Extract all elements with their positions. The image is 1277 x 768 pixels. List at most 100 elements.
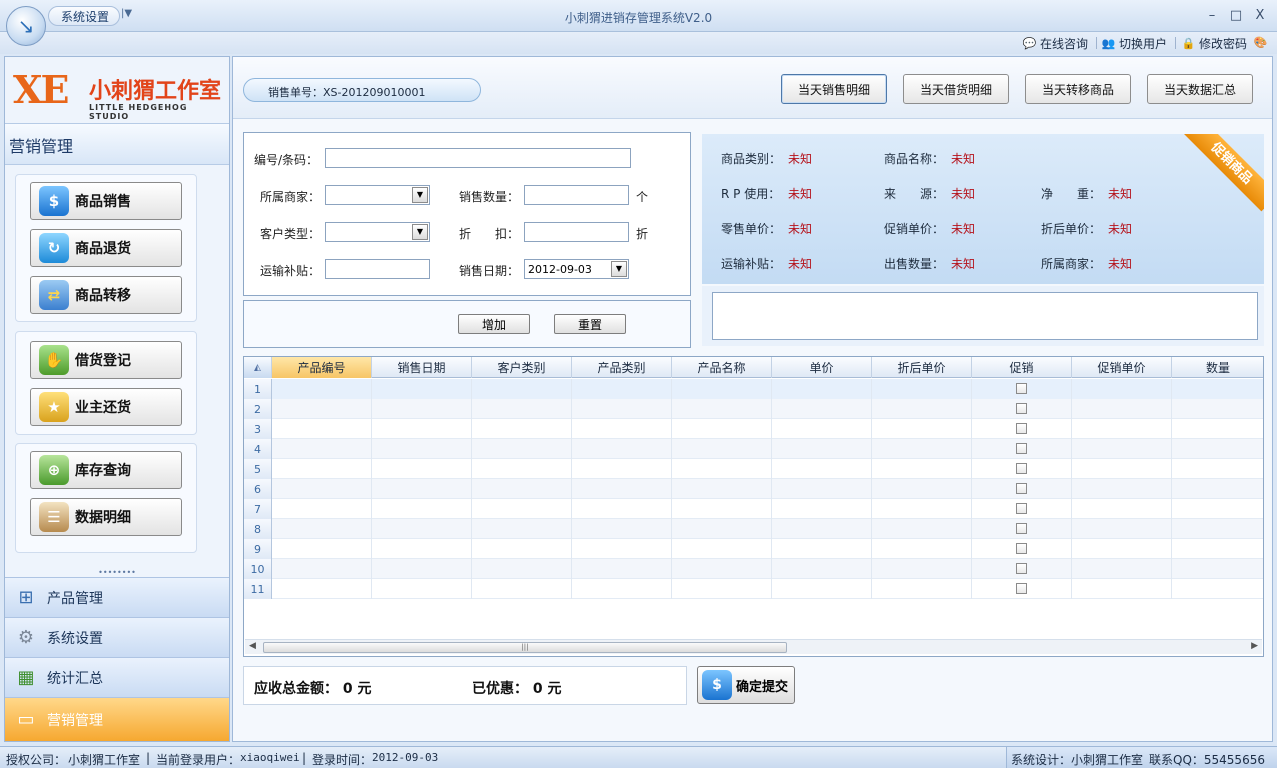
table-cell[interactable] xyxy=(472,379,572,399)
today-loan-detail-button[interactable]: 当天借货明细 xyxy=(903,74,1009,104)
accordion-marketing[interactable]: ▭ 营销管理 xyxy=(5,697,229,741)
table-cell[interactable] xyxy=(572,519,672,539)
promotion-checkbox[interactable] xyxy=(1016,523,1027,534)
table-cell[interactable] xyxy=(972,399,1072,419)
today-transfer-button[interactable]: 当天转移商品 xyxy=(1025,74,1131,104)
chevron-down-icon[interactable]: ▼ xyxy=(412,187,428,203)
chevron-down-icon[interactable]: ▼ xyxy=(611,261,627,277)
table-cell[interactable] xyxy=(472,579,572,599)
table-cell[interactable] xyxy=(672,519,772,539)
chevron-down-icon[interactable]: ▼ xyxy=(412,224,428,240)
table-cell[interactable] xyxy=(272,499,372,519)
table-cell[interactable] xyxy=(272,459,372,479)
row-number[interactable]: 11 xyxy=(244,579,272,599)
table-cell[interactable] xyxy=(1172,419,1263,439)
row-number[interactable]: 2 xyxy=(244,399,272,419)
table-cell[interactable] xyxy=(872,419,972,439)
table-cell[interactable] xyxy=(272,419,372,439)
accordion-statistics[interactable]: ▦ 统计汇总 xyxy=(5,657,229,697)
table-cell[interactable] xyxy=(272,479,372,499)
table-cell[interactable] xyxy=(772,399,872,419)
table-cell[interactable] xyxy=(672,379,772,399)
table-cell[interactable] xyxy=(372,459,472,479)
table-cell[interactable] xyxy=(672,559,772,579)
column-header[interactable]: 客户类别 xyxy=(472,357,572,378)
table-row[interactable]: 10 xyxy=(244,559,1263,579)
column-header[interactable]: 促销 xyxy=(972,357,1072,378)
table-cell[interactable] xyxy=(872,499,972,519)
scroll-thumb[interactable]: ||| xyxy=(263,642,787,653)
table-cell[interactable] xyxy=(572,539,672,559)
table-row[interactable]: 4 xyxy=(244,439,1263,459)
table-cell[interactable] xyxy=(472,459,572,479)
table-cell[interactable] xyxy=(472,399,572,419)
table-cell[interactable] xyxy=(472,539,572,559)
column-header[interactable]: 单价 xyxy=(772,357,872,378)
table-cell[interactable] xyxy=(372,379,472,399)
table-cell[interactable] xyxy=(872,579,972,599)
table-row[interactable]: 9 xyxy=(244,539,1263,559)
table-cell[interactable] xyxy=(572,559,672,579)
row-number[interactable]: 3 xyxy=(244,419,272,439)
table-cell[interactable] xyxy=(1072,419,1172,439)
table-cell[interactable] xyxy=(1172,559,1263,579)
table-cell[interactable] xyxy=(1072,479,1172,499)
table-cell[interactable] xyxy=(272,539,372,559)
table-row[interactable]: 8 xyxy=(244,519,1263,539)
table-cell[interactable] xyxy=(872,559,972,579)
table-cell[interactable] xyxy=(472,559,572,579)
column-header[interactable]: 销售日期 xyxy=(372,357,472,378)
table-cell[interactable] xyxy=(872,539,972,559)
column-header[interactable]: 产品类别 xyxy=(572,357,672,378)
table-cell[interactable] xyxy=(472,419,572,439)
table-cell[interactable] xyxy=(1072,519,1172,539)
table-cell[interactable] xyxy=(372,519,472,539)
row-number[interactable]: 9 xyxy=(244,539,272,559)
table-cell[interactable] xyxy=(872,519,972,539)
table-row[interactable]: 1 xyxy=(244,379,1263,399)
add-button[interactable]: 增加 xyxy=(458,314,530,334)
table-cell[interactable] xyxy=(972,539,1072,559)
loan-register-button[interactable]: ✋ 借货登记 xyxy=(30,341,182,379)
scroll-left-icon[interactable]: ◀ xyxy=(249,641,256,651)
table-cell[interactable] xyxy=(272,579,372,599)
customer-type-select[interactable]: ▼ xyxy=(325,222,430,242)
row-number[interactable]: 4 xyxy=(244,439,272,459)
table-row[interactable]: 5 xyxy=(244,459,1263,479)
sale-date-picker[interactable]: 2012-09-03 ▼ xyxy=(524,259,629,279)
table-cell[interactable] xyxy=(372,479,472,499)
table-cell[interactable] xyxy=(1172,539,1263,559)
promotion-checkbox[interactable] xyxy=(1016,543,1027,554)
table-row[interactable]: 7 xyxy=(244,499,1263,519)
quantity-input[interactable] xyxy=(524,185,629,205)
table-cell[interactable] xyxy=(772,479,872,499)
table-cell[interactable] xyxy=(572,499,672,519)
table-cell[interactable] xyxy=(272,379,372,399)
table-cell[interactable] xyxy=(972,559,1072,579)
accordion-product-management[interactable]: ⊞ 产品管理 xyxy=(5,577,229,617)
table-cell[interactable] xyxy=(372,539,472,559)
table-cell[interactable] xyxy=(372,399,472,419)
table-cell[interactable] xyxy=(672,499,772,519)
table-cell[interactable] xyxy=(272,559,372,579)
table-cell[interactable] xyxy=(672,439,772,459)
data-detail-button[interactable]: ☰ 数据明细 xyxy=(30,498,182,536)
table-cell[interactable] xyxy=(1072,399,1172,419)
table-cell[interactable] xyxy=(572,439,672,459)
table-cell[interactable] xyxy=(872,479,972,499)
submit-button[interactable]: $ 确定提交 xyxy=(697,666,795,704)
table-cell[interactable] xyxy=(1172,499,1263,519)
product-transfer-button[interactable]: ⇄ 商品转移 xyxy=(30,276,182,314)
table-cell[interactable] xyxy=(1172,399,1263,419)
table-cell[interactable] xyxy=(472,499,572,519)
table-cell[interactable] xyxy=(1072,499,1172,519)
promotion-checkbox[interactable] xyxy=(1016,423,1027,434)
online-consult-link[interactable]: 💬 在线咨询 xyxy=(1022,35,1088,52)
table-cell[interactable] xyxy=(972,499,1072,519)
skin-icon[interactable]: 🎨 xyxy=(1253,35,1271,49)
table-cell[interactable] xyxy=(372,579,472,599)
table-cell[interactable] xyxy=(1072,539,1172,559)
horizontal-scrollbar[interactable]: ◀ ||| ▶ xyxy=(245,639,1262,654)
table-cell[interactable] xyxy=(1172,379,1263,399)
table-cell[interactable] xyxy=(472,479,572,499)
